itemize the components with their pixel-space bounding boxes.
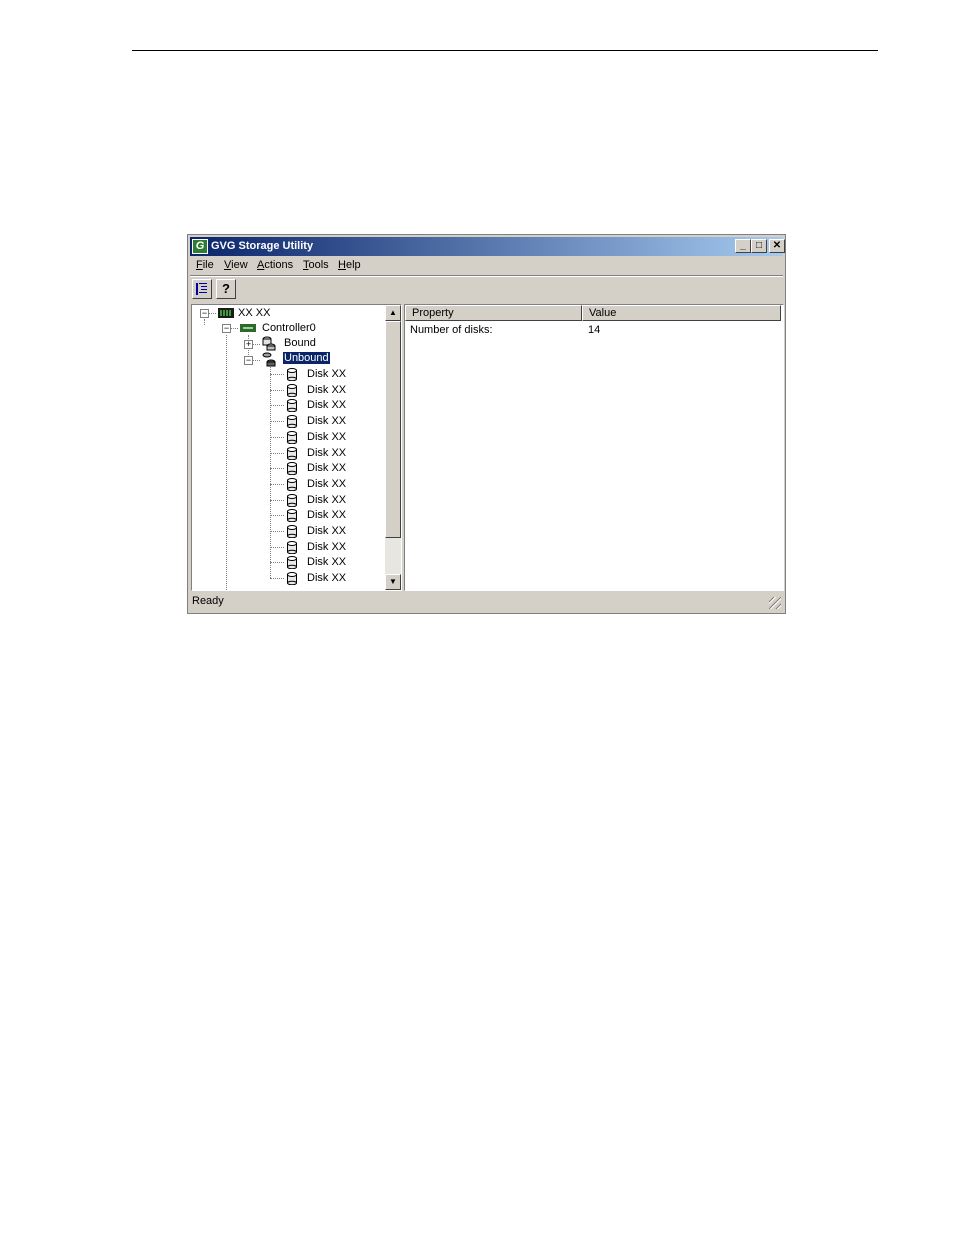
toolbar: ?	[190, 278, 783, 302]
expand-bound-toggle[interactable]: +	[244, 340, 253, 349]
menu-bar: File View Actions Tools Help	[190, 257, 783, 275]
tree-line	[226, 335, 227, 590]
scroll-up-button[interactable]: ▲	[385, 305, 401, 321]
collapse-unbound-toggle[interactable]: −	[244, 356, 253, 365]
disk-icon	[287, 477, 297, 491]
unbound-disks-icon	[262, 352, 276, 367]
tree-line	[270, 421, 284, 423]
disk-icon	[287, 509, 297, 523]
tree-view-icon	[196, 283, 207, 295]
tree-node-disk[interactable]: Disk XX	[307, 540, 346, 555]
tree-node-unbound[interactable]: Unbound	[282, 351, 331, 366]
disk-icon	[287, 525, 297, 538]
tree-node-disk[interactable]: Disk XX	[307, 446, 346, 461]
disk-icon	[287, 368, 297, 381]
tree-line	[253, 360, 260, 361]
help-icon: ?	[222, 281, 230, 296]
bound-disks-icon	[262, 336, 276, 351]
maximize-button[interactable]: □	[751, 239, 767, 253]
tree-node-bound[interactable]: Bound	[284, 336, 316, 351]
menu-help[interactable]: Help	[338, 259, 361, 271]
tree-line	[270, 499, 284, 501]
toolbar-separator	[190, 275, 783, 277]
tree-line	[270, 389, 284, 391]
tree-line	[270, 515, 284, 517]
menu-tools[interactable]: Tools	[303, 259, 329, 271]
app-logo-icon: G	[192, 239, 208, 254]
column-header-property[interactable]: Property	[405, 305, 582, 321]
menu-view[interactable]: View	[224, 259, 248, 271]
tree-line	[270, 531, 284, 532]
disk-icon	[287, 572, 297, 586]
tree-scrollbar[interactable]: ▲ ▼	[385, 305, 401, 590]
collapse-controller-toggle[interactable]: −	[222, 324, 231, 333]
status-bar: Ready	[190, 593, 783, 611]
tree-node-root[interactable]: XX XX	[238, 306, 270, 321]
tree-line	[270, 452, 284, 454]
tree-line	[270, 405, 284, 407]
disk-icon	[287, 399, 297, 413]
property-name-cell: Number of disks:	[410, 324, 493, 336]
tree-line	[270, 578, 284, 580]
close-button[interactable]: ✕	[769, 239, 785, 253]
tree-line	[270, 468, 284, 470]
disk-icon	[287, 430, 297, 444]
tree-line	[270, 546, 284, 548]
tree-line	[204, 319, 205, 325]
title-bar[interactable]: G GVG Storage Utility _ □ ✕	[190, 237, 785, 256]
tree-node-disk[interactable]: Disk XX	[307, 477, 346, 492]
resize-grip-icon[interactable]	[769, 597, 781, 609]
tree-line	[231, 328, 238, 329]
help-button[interactable]: ?	[216, 279, 236, 299]
status-text: Ready	[192, 595, 224, 607]
storage-utility-window: G GVG Storage Utility _ □ ✕ File View Ac…	[187, 234, 786, 614]
tree-node-controller[interactable]: Controller0	[262, 321, 316, 336]
disk-icon	[287, 462, 297, 476]
tree-line	[270, 436, 284, 438]
tree-node-disk[interactable]: Disk XX	[307, 555, 346, 570]
disk-icon	[287, 540, 297, 554]
menu-actions[interactable]: Actions	[257, 259, 293, 271]
property-value-cell: 14	[588, 324, 601, 336]
tree-node-disk[interactable]: Disk XX	[307, 571, 346, 586]
storage-chassis-icon	[218, 308, 234, 318]
tree-node-disk[interactable]: Disk XX	[307, 524, 346, 539]
tree-line	[270, 374, 284, 375]
tree-line	[253, 344, 260, 345]
tree-node-disk[interactable]: Disk XX	[307, 461, 346, 476]
scroll-down-button[interactable]: ▼	[385, 574, 401, 590]
tree-node-disk[interactable]: Disk XX	[307, 493, 346, 508]
tree-node-disk[interactable]: Disk XX	[307, 508, 346, 523]
column-header-value[interactable]: Value	[582, 305, 781, 321]
tree-view-button[interactable]	[192, 279, 212, 299]
window-title: GVG Storage Utility	[211, 240, 314, 252]
disk-icon	[287, 446, 297, 460]
tree-node-disk[interactable]: Disk XX	[307, 383, 346, 398]
minimize-button[interactable]: _	[735, 239, 751, 253]
tree-line	[209, 313, 216, 314]
tree-node-unbound-label[interactable]: Unbound	[282, 351, 331, 365]
collapse-root-toggle[interactable]: −	[200, 309, 209, 318]
properties-pane: Property Value Number of disks: 14	[404, 304, 784, 591]
tree-pane[interactable]: − XX XX − Controller0 + Bound − Unbound …	[191, 304, 402, 591]
page-header-rule	[132, 50, 878, 51]
tree-line	[270, 562, 284, 564]
disk-icon	[287, 415, 297, 429]
disk-icon	[287, 383, 297, 397]
controller-card-icon	[240, 324, 256, 332]
tree-node-disk[interactable]: Disk XX	[307, 398, 346, 413]
tree-node-disk[interactable]: Disk XX	[307, 430, 346, 445]
menu-file[interactable]: File	[196, 259, 214, 271]
disk-icon	[287, 556, 297, 570]
tree-node-disk[interactable]: Disk XX	[307, 414, 346, 429]
tree-line	[270, 483, 284, 485]
disk-icon	[287, 493, 297, 507]
scroll-thumb[interactable]	[385, 321, 401, 538]
tree-node-disk[interactable]: Disk XX	[307, 367, 346, 382]
